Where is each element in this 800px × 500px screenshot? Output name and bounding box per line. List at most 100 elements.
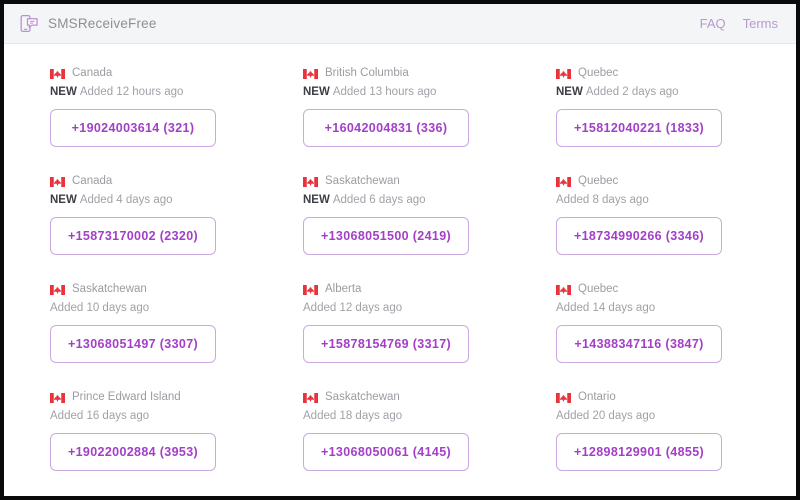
phone-number-button[interactable]: +13068051497 (3307)	[50, 324, 216, 363]
canada-flag-icon	[50, 176, 65, 187]
number-card: British Columbia NEW Added 13 hours ago +16…	[303, 66, 556, 174]
card-location: Quebec	[556, 174, 796, 189]
number-card: Saskatchewan Added 10 days ago +1306805149…	[50, 282, 303, 390]
location-label: British Columbia	[325, 66, 409, 79]
card-meta: Added 8 days ago	[556, 194, 796, 207]
new-badge: NEW	[303, 194, 330, 206]
added-timestamp: Added 12 hours ago	[79, 86, 184, 98]
number-card: Alberta Added 12 days ago +15878154769 (33…	[303, 282, 556, 390]
new-badge: NEW	[303, 86, 330, 98]
location-label: Saskatchewan	[72, 282, 147, 295]
canada-flag-icon	[556, 392, 571, 403]
canada-flag-icon	[303, 392, 318, 403]
added-timestamp: Added 18 days ago	[303, 410, 403, 422]
card-location: British Columbia	[303, 66, 556, 81]
page-content: Canada NEW Added 12 hours ago +19024003614 …	[4, 44, 796, 496]
phone-number-label: +12898129901 (4855)	[573, 444, 705, 459]
phone-number-label: +19024003614 (321)	[71, 120, 195, 135]
canada-flag-icon	[50, 392, 65, 403]
phone-number-button[interactable]: +18734990266 (3346)	[556, 216, 722, 255]
new-badge: NEW	[50, 194, 77, 206]
phone-number-label: +18734990266 (3346)	[573, 228, 705, 243]
brand[interactable]: SMSReceiveFree	[20, 14, 157, 33]
app-window: SMSReceiveFree FAQ Terms Canada NEW Added …	[0, 0, 800, 500]
number-card: Quebec Added 14 days ago +14388347116 (384…	[556, 282, 796, 390]
added-timestamp: Added 20 days ago	[556, 410, 656, 422]
added-timestamp: Added 8 days ago	[556, 194, 649, 206]
card-meta: NEW Added 13 hours ago	[303, 86, 556, 99]
nav-link-faq[interactable]: FAQ	[700, 16, 726, 31]
added-timestamp: Added 14 days ago	[556, 302, 656, 314]
card-meta: Added 12 days ago	[303, 302, 556, 315]
phone-number-label: +13068051497 (3307)	[67, 336, 199, 351]
card-meta: Added 14 days ago	[556, 302, 796, 315]
phone-number-button[interactable]: +14388347116 (3847)	[556, 324, 722, 363]
added-timestamp: Added 13 hours ago	[332, 86, 437, 98]
canada-flag-icon	[303, 284, 318, 295]
phone-number-button[interactable]: +12898129901 (4855)	[556, 432, 722, 471]
card-meta: NEW Added 4 days ago	[50, 194, 303, 207]
location-label: Canada	[72, 66, 113, 79]
phone-number-button[interactable]: +15812040221 (1833)	[556, 108, 722, 147]
location-label: Saskatchewan	[325, 390, 400, 403]
phone-number-button[interactable]: +19022002884 (3953)	[50, 432, 216, 471]
location-label: Alberta	[325, 282, 362, 295]
nav-link-terms[interactable]: Terms	[743, 16, 778, 31]
number-card-grid: Canada NEW Added 12 hours ago +19024003614 …	[50, 66, 762, 496]
phone-number-button[interactable]: +15878154769 (3317)	[303, 324, 469, 363]
card-meta: NEW Added 12 hours ago	[50, 86, 303, 99]
card-location: Alberta	[303, 282, 556, 297]
card-location: Canada	[50, 174, 303, 189]
added-timestamp: Added 10 days ago	[50, 302, 150, 314]
phone-number-button[interactable]: +16042004831 (336)	[303, 108, 469, 147]
canada-flag-icon	[556, 68, 571, 79]
card-meta: Added 10 days ago	[50, 302, 303, 315]
card-location: Quebec	[556, 66, 796, 81]
main-nav: FAQ Terms	[700, 16, 778, 31]
location-label: Saskatchewan	[325, 174, 400, 187]
canada-flag-icon	[303, 176, 318, 187]
card-location: Saskatchewan	[303, 174, 556, 189]
phone-number-label: +15878154769 (3317)	[320, 336, 452, 351]
new-badge: NEW	[556, 86, 583, 98]
phone-message-icon	[20, 14, 39, 33]
phone-number-button[interactable]: +19024003614 (321)	[50, 108, 216, 147]
canada-flag-icon	[556, 284, 571, 295]
card-location: Quebec	[556, 282, 796, 297]
phone-number-button[interactable]: +13068051500 (2419)	[303, 216, 469, 255]
card-meta: NEW Added 2 days ago	[556, 86, 796, 99]
location-label: Ontario	[578, 390, 616, 403]
card-meta: Added 16 days ago	[50, 410, 303, 423]
card-location: Saskatchewan	[50, 282, 303, 297]
canada-flag-icon	[303, 68, 318, 79]
location-label: Quebec	[578, 174, 619, 187]
phone-number-label: +16042004831 (336)	[324, 120, 448, 135]
location-label: Quebec	[578, 282, 619, 295]
location-label: Quebec	[578, 66, 619, 79]
added-timestamp: Added 12 days ago	[303, 302, 403, 314]
added-timestamp: Added 16 days ago	[50, 410, 150, 422]
canada-flag-icon	[50, 284, 65, 295]
number-card: Quebec Added 8 days ago +18734990266 (3346…	[556, 174, 796, 282]
added-timestamp: Added 4 days ago	[79, 194, 173, 206]
site-header: SMSReceiveFree FAQ Terms	[4, 4, 796, 44]
added-timestamp: Added 2 days ago	[585, 86, 679, 98]
number-card: Saskatchewan Added 18 days ago +1306805006…	[303, 390, 556, 496]
phone-number-label: +15812040221 (1833)	[573, 120, 705, 135]
card-location: Saskatchewan	[303, 390, 556, 405]
added-timestamp: Added 6 days ago	[332, 194, 426, 206]
number-card: Prince Edward Island Added 16 days ago +19…	[50, 390, 303, 496]
number-card: Saskatchewan NEW Added 6 days ago +13068051…	[303, 174, 556, 282]
card-meta: Added 18 days ago	[303, 410, 556, 423]
phone-number-label: +15873170002 (2320)	[67, 228, 199, 243]
card-meta: Added 20 days ago	[556, 410, 796, 423]
card-location: Ontario	[556, 390, 796, 405]
location-label: Canada	[72, 174, 113, 187]
phone-number-button[interactable]: +15873170002 (2320)	[50, 216, 216, 255]
phone-number-label: +14388347116 (3847)	[574, 336, 704, 351]
phone-number-label: +19022002884 (3953)	[67, 444, 199, 459]
phone-number-label: +13068051500 (2419)	[320, 228, 452, 243]
canada-flag-icon	[50, 68, 65, 79]
brand-name: SMSReceiveFree	[48, 16, 157, 31]
phone-number-button[interactable]: +13068050061 (4145)	[303, 432, 469, 471]
